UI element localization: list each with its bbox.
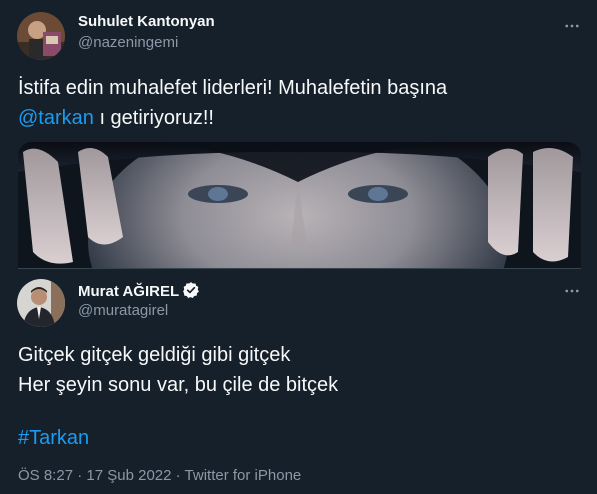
more-dots-icon[interactable] xyxy=(560,14,584,38)
quoted-name-text[interactable]: Murat AĞIREL xyxy=(78,283,179,300)
tweet-time[interactable]: ÖS 8:27 xyxy=(18,467,73,484)
quoted-display-name[interactable]: Murat AĞIREL xyxy=(78,281,200,300)
tweet-source[interactable]: Twitter for iPhone xyxy=(185,467,302,484)
tweet-meta: ÖS 8:27 · 17 Şub 2022 · Twitter for iPho… xyxy=(18,467,301,484)
quoted-tweet-image[interactable] xyxy=(18,142,581,268)
tweet-text-main: İstifa edin muhalefet liderleri! Muhalef… xyxy=(18,77,448,99)
quoted-line-2: Her şeyin sonu var, bu çile de bitçek xyxy=(18,374,339,396)
media-divider xyxy=(18,268,581,269)
tweet-text: İstifa edin muhalefet liderleri! Muhalef… xyxy=(18,73,578,133)
quoted-username-handle[interactable]: @muratagirel xyxy=(78,302,168,319)
username-handle[interactable]: @nazeningemi xyxy=(78,34,178,51)
mention-link[interactable]: @tarkan xyxy=(18,107,94,129)
tweet-card: Suhulet Kantonyan @nazeningemi İstifa ed… xyxy=(0,0,597,494)
quoted-line-1: Gitçek gitçek geldiği gibi gitçek xyxy=(18,344,291,366)
hashtag-link[interactable]: #Tarkan xyxy=(18,423,89,453)
meta-separator: · xyxy=(171,467,185,484)
display-name[interactable]: Suhulet Kantonyan xyxy=(78,13,215,30)
quoted-more-dots-icon[interactable] xyxy=(560,279,584,303)
avatar-suhulet[interactable] xyxy=(17,12,65,60)
avatar-murat[interactable] xyxy=(17,279,65,327)
quoted-tweet-text: Gitçek gitçek geldiği gibi gitçek Her şe… xyxy=(18,340,578,400)
meta-separator: · xyxy=(73,467,87,484)
tweet-text-tail: ı getiriyoruz!! xyxy=(93,107,214,129)
tweet-date[interactable]: 17 Şub 2022 xyxy=(86,467,171,484)
verified-badge-icon xyxy=(183,282,199,299)
